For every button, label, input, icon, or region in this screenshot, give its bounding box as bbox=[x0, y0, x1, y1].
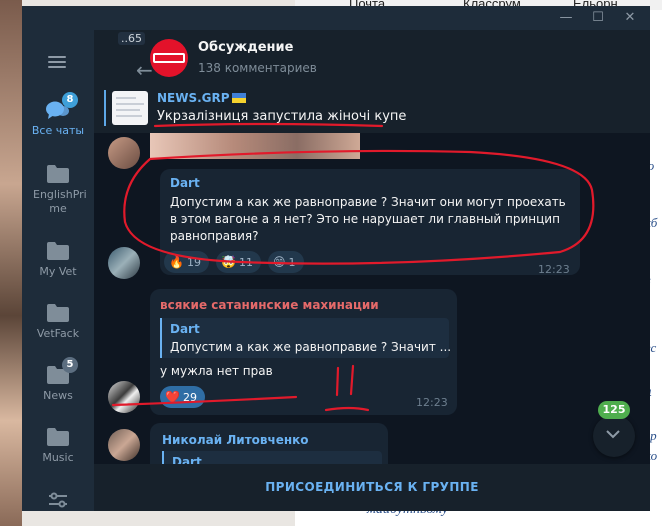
reaction-chip[interactable]: 😁 1 bbox=[268, 251, 304, 273]
message-text: Допустим а как же равноправие ? Значит о… bbox=[170, 195, 566, 243]
chevron-down-icon bbox=[606, 430, 620, 439]
folder-icon bbox=[46, 303, 70, 323]
avatar[interactable] bbox=[108, 429, 140, 461]
message-sender[interactable]: всякие сатанинские махинации bbox=[160, 298, 379, 312]
chat-bubbles-icon: 8 bbox=[46, 92, 78, 120]
reply-quote[interactable]: Dart bbox=[162, 451, 382, 464]
channel-avatar[interactable] bbox=[150, 39, 188, 77]
reaction-count: 29 bbox=[182, 391, 197, 404]
edit-folders-icon[interactable] bbox=[48, 492, 68, 508]
reaction-count: 1 bbox=[288, 256, 296, 269]
comments-count: 138 комментариев bbox=[198, 61, 317, 75]
reaction-chip[interactable]: 🤯 11 bbox=[216, 251, 261, 273]
message-list[interactable]: Dart Допустим а как же равноправие ? Зна… bbox=[94, 133, 650, 464]
chat-title[interactable]: Обсуждение bbox=[198, 40, 293, 55]
message-bubble[interactable]: всякие сатанинские махинации Dart Допуст… bbox=[150, 289, 457, 415]
pinned-bar bbox=[104, 90, 106, 126]
pinned-message[interactable]: NEWS.GRP Укрзалізниця запустила жіночі к… bbox=[94, 85, 650, 134]
sidebar-item-my-vet[interactable]: My Vet bbox=[22, 241, 94, 279]
folders-sidebar: 8 Все чаты EnglishPri me My Vet VetFack bbox=[22, 30, 94, 511]
sidebar-item-label: My Vet bbox=[39, 265, 77, 278]
heart-icon: ❤️ bbox=[165, 390, 180, 404]
reply-quote[interactable]: Dart Допустим а как же равноправие ? Зна… bbox=[160, 318, 452, 358]
chat-header: ← ..65 Обсуждение 138 комментариев bbox=[94, 30, 650, 85]
pinned-source-name: NEWS.GRP bbox=[157, 91, 246, 105]
folder-icon bbox=[46, 427, 70, 447]
reply-quote-sender: Dart bbox=[170, 322, 200, 336]
sidebar-item-label: VetFack bbox=[36, 327, 80, 340]
folder-icon: 5 bbox=[46, 357, 78, 385]
unread-badge: 5 bbox=[62, 357, 78, 373]
reaction-chip[interactable]: ❤️ 29 bbox=[160, 386, 205, 408]
message-sender[interactable]: Dart bbox=[170, 176, 200, 190]
message-sender[interactable]: Николай Литовченко bbox=[162, 433, 309, 447]
mind-blown-icon: 🤯 bbox=[221, 255, 236, 269]
close-button[interactable]: ✕ bbox=[622, 10, 638, 26]
previous-photo bbox=[150, 133, 360, 159]
reply-quote-text: Допустим а как же равноправие ? Значит .… bbox=[170, 340, 452, 354]
sidebar-item-englishprime[interactable]: EnglishPri me bbox=[22, 164, 94, 216]
unread-mentions-badge: 125 bbox=[598, 401, 630, 419]
avatar[interactable] bbox=[108, 247, 140, 279]
title-bar: — ☐ ✕ bbox=[22, 6, 650, 30]
maximize-button[interactable]: ☐ bbox=[590, 10, 606, 26]
minimize-button[interactable]: — bbox=[558, 10, 574, 26]
avatar[interactable] bbox=[108, 137, 140, 169]
reaction-count: 19 bbox=[186, 256, 201, 269]
ukraine-flag-icon bbox=[231, 93, 246, 103]
grin-icon: 😁 bbox=[273, 255, 286, 269]
sidebar-item-all-chats[interactable]: 8 Все чаты bbox=[22, 92, 94, 138]
sidebar-item-label: News bbox=[43, 389, 73, 402]
sidebar-item-label: Music bbox=[42, 451, 74, 464]
pinned-source-label: NEWS.GRP bbox=[157, 91, 230, 105]
message-time: 12:23 bbox=[416, 396, 448, 409]
reaction-chip[interactable]: 🔥 19 bbox=[164, 251, 209, 273]
join-bar: ПРИСОЕДИНИТЬСЯ К ГРУППЕ bbox=[94, 464, 650, 511]
fire-icon: 🔥 bbox=[169, 255, 184, 269]
avatar[interactable] bbox=[108, 381, 140, 413]
message-bubble[interactable]: Николай Литовченко Dart bbox=[150, 423, 388, 464]
folder-icon bbox=[46, 241, 70, 261]
pinned-text: Укрзалізниця запустила жіночі купе bbox=[157, 109, 407, 124]
unread-badge: 8 bbox=[62, 92, 78, 108]
telegram-window: — ☐ ✕ 8 Все чаты EnglishPri me My Vet Ve… bbox=[22, 6, 650, 511]
scroll-down-button[interactable] bbox=[593, 415, 635, 457]
news-logo-icon bbox=[153, 53, 185, 63]
reply-quote-sender: Dart bbox=[172, 455, 202, 464]
join-group-button[interactable]: ПРИСОЕДИНИТЬСЯ К ГРУППЕ bbox=[94, 464, 650, 511]
folder-icon bbox=[46, 164, 70, 184]
sidebar-item-label: EnglishPri me bbox=[33, 188, 87, 215]
sidebar-item-music[interactable]: Music bbox=[22, 427, 94, 465]
sidebar-item-label: Все чаты bbox=[31, 124, 85, 137]
message-text: у мужла нет прав bbox=[160, 364, 273, 378]
sidebar-item-vetfack[interactable]: VetFack bbox=[22, 303, 94, 341]
sidebar-item-news[interactable]: 5 News bbox=[22, 357, 94, 403]
pinned-thumbnail bbox=[112, 91, 148, 125]
hamburger-menu-icon[interactable] bbox=[48, 56, 66, 68]
reaction-count: 11 bbox=[238, 256, 253, 269]
back-unread-count: ..65 bbox=[118, 32, 145, 45]
message-time: 12:23 bbox=[538, 263, 570, 276]
desktop-background-photo bbox=[0, 0, 22, 526]
